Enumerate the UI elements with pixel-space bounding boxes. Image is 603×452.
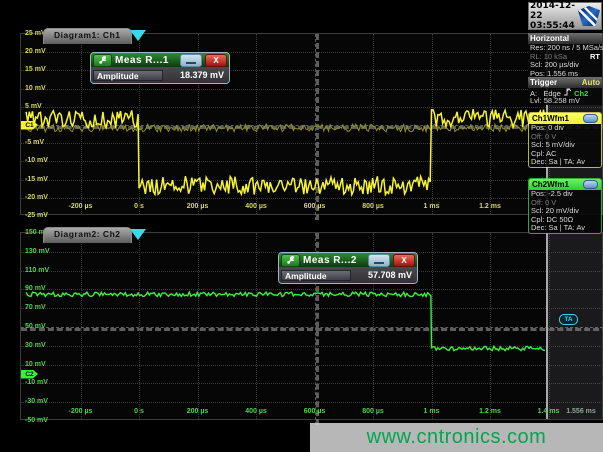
x-axis-label: 1 ms [410,203,454,210]
meas-popup-1-title: Meas R...1 [115,55,177,66]
measurement-tool-icon[interactable] [93,54,112,67]
y-axis-label: -10 mV [25,379,48,386]
y-axis-label: -10 mV [25,157,48,164]
meas-popup-2-title: Meas R...2 [303,255,365,266]
y-axis-label: 130 mV [25,248,50,255]
rohde-schwarz-logo-icon [578,6,600,26]
meas-value: 18.379 mV [163,70,227,80]
meas-parameter-label[interactable]: Amplitude [281,270,351,281]
y-axis-label: 5 mV [25,103,42,110]
meas-popup-1-body: Amplitude 18.379 mV [91,67,229,83]
x-axis-label: 0 s [117,203,161,210]
meas-parameter-label[interactable]: Amplitude [93,70,163,81]
collapse-panel-icon[interactable] [583,180,598,189]
y-axis-label: 90 mV [25,285,46,292]
measurement-tool-icon[interactable] [281,254,300,267]
y-axis-label: -25 mV [25,212,48,219]
wrench-icon [286,256,295,265]
x-axis-label: 0 s [117,408,161,415]
meas-popup-1[interactable]: Meas R...1 X Amplitude 18.379 mV [90,52,230,84]
x-axis-label: 200 µs [176,203,220,210]
y-axis-label: 15 mV [25,66,46,73]
y-axis-label: -30 mV [25,398,48,405]
sidebar-row: Dec: Sa | TA: Av [529,158,601,167]
sidebar-row: Dec: Sa | TA: Av [529,224,601,233]
ch1-panel-title: Ch1Wfm1 [532,114,569,123]
oscilloscope-screen: 25 mV20 mV15 mV10 mV5 mV-5 mV-10 mV-15 m… [0,0,603,452]
tab-diagram2[interactable]: Diagram2: Ch2 [43,227,132,243]
y-axis-label: 30 mV [25,342,46,349]
x-axis-label: -200 µs [59,203,103,210]
x-axis-label: 1.2 ms [468,408,512,415]
x-axis-label: 1 ms [410,408,454,415]
close-button[interactable]: X [205,54,227,67]
y-axis-label: 10 mV [25,361,46,368]
trigger-position-marker-icon[interactable] [130,30,146,41]
close-button[interactable]: X [393,254,415,267]
x-axis-label: 1.2 ms [468,203,512,210]
post-acquisition-zone [546,233,602,419]
record-end-time-label: 1.556 ms [559,408,603,415]
x-axis-label: 800 µs [351,408,395,415]
collapse-panel-icon[interactable] [583,114,598,123]
horizontal-panel[interactable]: Horizontal Res: 200 ns / 5 MSa/sRL: 10 k… [528,33,602,78]
time-label: 03:55:44 [530,21,578,31]
x-axis-label: 400 µs [234,408,278,415]
y-axis-label: -20 mV [25,194,48,201]
trigger-position-marker-icon[interactable] [130,229,146,240]
y-axis-label: 10 mV [25,85,46,92]
y-axis-label: 110 mV [25,267,49,274]
minimize-button[interactable] [368,254,390,267]
datetime-box: 2014-12-22 03:55:44 [528,2,602,30]
y-axis-label: -50 mV [25,417,48,424]
ch1-waveform-panel[interactable]: Ch1Wfm1 Pos: 0 divOff: 0 VScl: 5 mV/divC… [528,112,602,168]
x-axis-label: 800 µs [351,203,395,210]
y-axis-label: 20 mV [25,48,46,55]
ch2-panel-title: Ch2Wfm1 [532,180,569,189]
x-axis-label: 600 µs [293,408,337,415]
ch2-waveform-panel[interactable]: Ch2Wfm1 Pos: -2.5 divOff: 0 VScl: 20 mV/… [528,178,602,234]
meas-popup-1-header[interactable]: Meas R...1 X [91,53,229,67]
watermark: www.cntronics.com [310,423,603,452]
trigger-panel[interactable]: Trigger Auto A: Edge Ch2 Lvl: 58.258 mV [528,77,602,105]
meas-popup-2-header[interactable]: Meas R...2 X [279,253,417,267]
meas-value: 57.708 mV [351,270,415,280]
date-label: 2014-12-22 [530,1,578,21]
wrench-icon [98,56,107,65]
trigger-level-marker[interactable]: TA [559,314,578,325]
y-axis-label: -15 mV [25,176,48,183]
y-axis-label: 50 mV [25,323,46,330]
trigger-mode-badge: Auto [582,77,600,88]
meas-popup-2[interactable]: Meas R...2 X Amplitude 57.708 mV [278,252,418,284]
trigger-panel-title: Trigger [530,77,557,88]
x-axis-label: 200 µs [176,408,220,415]
y-axis-label: -5 mV [25,139,44,146]
tab-diagram1[interactable]: Diagram1: Ch1 [43,28,132,44]
y-axis-label: 70 mV [25,304,46,311]
trigger-level-row: Lvl: 58.258 mV [528,97,602,106]
meas-popup-2-body: Amplitude 57.708 mV [279,267,417,283]
x-axis-label: 400 µs [234,203,278,210]
x-axis-label: -200 µs [59,408,103,415]
minimize-button[interactable] [180,54,202,67]
x-axis-label: 600 µs [293,203,337,210]
